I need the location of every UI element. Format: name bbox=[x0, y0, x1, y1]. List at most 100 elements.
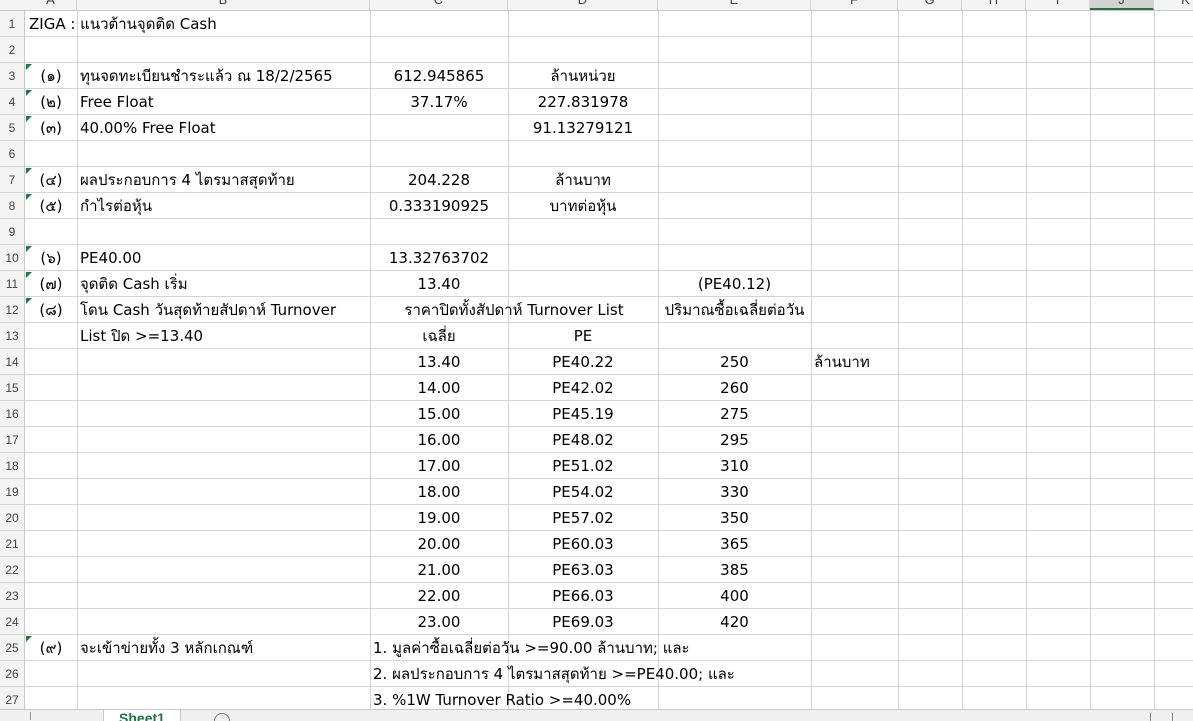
row-header[interactable]: 23 bbox=[0, 583, 25, 609]
column-header-e[interactable]: E bbox=[658, 0, 811, 10]
row-header[interactable]: 16 bbox=[0, 401, 25, 427]
cell-b8[interactable]: กำไรต่อหุ้น bbox=[80, 193, 152, 219]
row-header[interactable]: 12 bbox=[0, 297, 25, 323]
row-header[interactable]: 3 bbox=[0, 63, 25, 89]
table-price-cell[interactable]: 14.00 bbox=[370, 375, 508, 401]
table-pe-cell[interactable]: PE45.19 bbox=[508, 401, 658, 427]
row-header[interactable]: 22 bbox=[0, 557, 25, 583]
table-pe-cell[interactable]: PE60.03 bbox=[508, 531, 658, 557]
table-price-cell[interactable]: 22.00 bbox=[370, 583, 508, 609]
cell-c12-merged[interactable]: ราคาปิดทั้งสัปดาห์ Turnover List bbox=[370, 297, 658, 323]
cell-b3[interactable]: ทุนจดทะเบียนชำระแล้ว ณ 18/2/2565 bbox=[80, 63, 333, 89]
table-price-cell[interactable]: 17.00 bbox=[370, 453, 508, 479]
cell-d4[interactable]: 227.831978 bbox=[508, 89, 658, 115]
cell-b5[interactable]: 40.00% Free Float bbox=[80, 115, 216, 141]
cell-d7[interactable]: ล้านบาท bbox=[508, 167, 658, 193]
cell-d3[interactable]: ล้านหน่วย bbox=[508, 63, 658, 89]
cell-c10[interactable]: 13.32763702 bbox=[370, 245, 508, 271]
row-header[interactable]: 4 bbox=[0, 89, 25, 115]
cell-a1[interactable]: ZIGA : แนวต้านจุดติด Cash bbox=[29, 11, 217, 37]
cell-grid[interactable]: ZIGA : แนวต้านจุดติด Cash (๑) ทุนจดทะเบี… bbox=[25, 11, 1193, 709]
table-volume-cell[interactable]: 400 bbox=[658, 583, 811, 609]
table-pe-cell[interactable]: PE51.02 bbox=[508, 453, 658, 479]
cell-a4[interactable]: (๒) bbox=[25, 89, 77, 115]
row-header[interactable]: 19 bbox=[0, 479, 25, 505]
column-header-d[interactable]: D bbox=[508, 0, 658, 10]
cell-c4[interactable]: 37.17% bbox=[370, 89, 508, 115]
row-header[interactable]: 13 bbox=[0, 323, 25, 349]
row-header[interactable]: 24 bbox=[0, 609, 25, 635]
table-price-cell[interactable]: 18.00 bbox=[370, 479, 508, 505]
cell-a5[interactable]: (๓) bbox=[25, 115, 77, 141]
row-header[interactable]: 20 bbox=[0, 505, 25, 531]
table-volume-cell[interactable]: 295 bbox=[658, 427, 811, 453]
cell-c11[interactable]: 13.40 bbox=[370, 271, 508, 297]
table-price-cell[interactable]: 23.00 bbox=[370, 609, 508, 635]
cell-c13[interactable]: เฉลี่ย bbox=[370, 323, 508, 349]
tab-scroll-left-icon[interactable] bbox=[30, 712, 41, 720]
cell-a12[interactable]: (๘) bbox=[25, 297, 77, 323]
row-header[interactable]: 14 bbox=[0, 349, 25, 375]
cell-a10[interactable]: (๖) bbox=[25, 245, 77, 271]
column-header-a[interactable]: A bbox=[25, 0, 77, 10]
cell-d8[interactable]: บาทต่อหุ้น bbox=[508, 193, 658, 219]
row-header[interactable]: 9 bbox=[0, 219, 25, 245]
row-header[interactable]: 27 bbox=[0, 687, 25, 709]
table-pe-cell[interactable]: PE57.02 bbox=[508, 505, 658, 531]
column-header-f[interactable]: F bbox=[811, 0, 898, 10]
column-header-h[interactable]: H bbox=[962, 0, 1026, 10]
row-header[interactable]: 26 bbox=[0, 661, 25, 687]
column-header-c[interactable]: C bbox=[370, 0, 508, 10]
column-header-j[interactable]: J bbox=[1090, 0, 1154, 10]
table-price-cell[interactable]: 16.00 bbox=[370, 427, 508, 453]
cell-e11[interactable]: (PE40.12) bbox=[658, 271, 811, 297]
cell-a8[interactable]: (๕) bbox=[25, 193, 77, 219]
cell-c7[interactable]: 204.228 bbox=[370, 167, 508, 193]
table-pe-cell[interactable]: PE48.02 bbox=[508, 427, 658, 453]
table-price-cell[interactable]: 21.00 bbox=[370, 557, 508, 583]
table-pe-cell[interactable]: PE42.02 bbox=[508, 375, 658, 401]
row-header[interactable]: 2 bbox=[0, 37, 25, 63]
row-header[interactable]: 11 bbox=[0, 271, 25, 297]
cell-b12[interactable]: โดน Cash วันสุดท้ายสัปดาห์ Turnover bbox=[80, 297, 336, 323]
cell-d13[interactable]: PE bbox=[508, 323, 658, 349]
tab-sheet1[interactable]: Sheet1 bbox=[103, 710, 181, 721]
table-volume-cell[interactable]: 350 bbox=[658, 505, 811, 531]
row-header[interactable]: 15 bbox=[0, 375, 25, 401]
row-header[interactable]: 1 bbox=[0, 11, 25, 37]
row-header[interactable]: 10 bbox=[0, 245, 25, 271]
cell-c8[interactable]: 0.333190925 bbox=[370, 193, 508, 219]
cell-d5[interactable]: 91.13279121 bbox=[508, 115, 658, 141]
table-volume-cell[interactable]: 385 bbox=[658, 557, 811, 583]
row-header[interactable]: 21 bbox=[0, 531, 25, 557]
table-price-cell[interactable]: 20.00 bbox=[370, 531, 508, 557]
table-pe-cell[interactable]: PE69.03 bbox=[508, 609, 658, 635]
cell-a25[interactable]: (๙) bbox=[25, 635, 77, 661]
table-pe-cell[interactable]: PE63.03 bbox=[508, 557, 658, 583]
cell-b13[interactable]: List ปิด >=13.40 bbox=[80, 323, 203, 349]
table-volume-cell[interactable]: 275 bbox=[658, 401, 811, 427]
table-volume-cell[interactable]: 420 bbox=[658, 609, 811, 635]
cell-c27[interactable]: 3. %1W Turnover Ratio >=40.00% bbox=[373, 687, 631, 709]
column-header-g[interactable]: G bbox=[898, 0, 962, 10]
row-header[interactable]: 17 bbox=[0, 427, 25, 453]
cell-b25[interactable]: จะเข้าข่ายทั้ง 3 หลักเกณฑ์ bbox=[80, 635, 253, 661]
table-volume-cell[interactable]: 310 bbox=[658, 453, 811, 479]
row-header[interactable]: 25 bbox=[0, 635, 25, 661]
column-header-k[interactable]: K bbox=[1154, 0, 1193, 10]
cell-b10[interactable]: PE40.00 bbox=[80, 245, 141, 271]
cell-b11[interactable]: จุดติด Cash เริ่ม bbox=[80, 271, 188, 297]
cell-a11[interactable]: (๗) bbox=[25, 271, 77, 297]
table-volume-cell[interactable]: 250 bbox=[658, 349, 811, 375]
column-header-b[interactable]: B bbox=[77, 0, 370, 10]
table-volume-cell[interactable]: 330 bbox=[658, 479, 811, 505]
row-header[interactable]: 18 bbox=[0, 453, 25, 479]
cell-e12[interactable]: ปริมาณซื้อเฉลี่ยต่อวัน bbox=[658, 297, 811, 323]
cell-c3[interactable]: 612.945865 bbox=[370, 63, 508, 89]
cell-c25[interactable]: 1. มูลค่าซื้อเฉลี่ยต่อวัน >=90.00 ล้านบา… bbox=[373, 635, 690, 661]
table-pe-cell[interactable]: PE66.03 bbox=[508, 583, 658, 609]
table-pe-cell[interactable]: PE40.22 bbox=[508, 349, 658, 375]
table-pe-cell[interactable]: PE54.02 bbox=[508, 479, 658, 505]
row-header[interactable]: 5 bbox=[0, 115, 25, 141]
cell-a3[interactable]: (๑) bbox=[25, 63, 77, 89]
